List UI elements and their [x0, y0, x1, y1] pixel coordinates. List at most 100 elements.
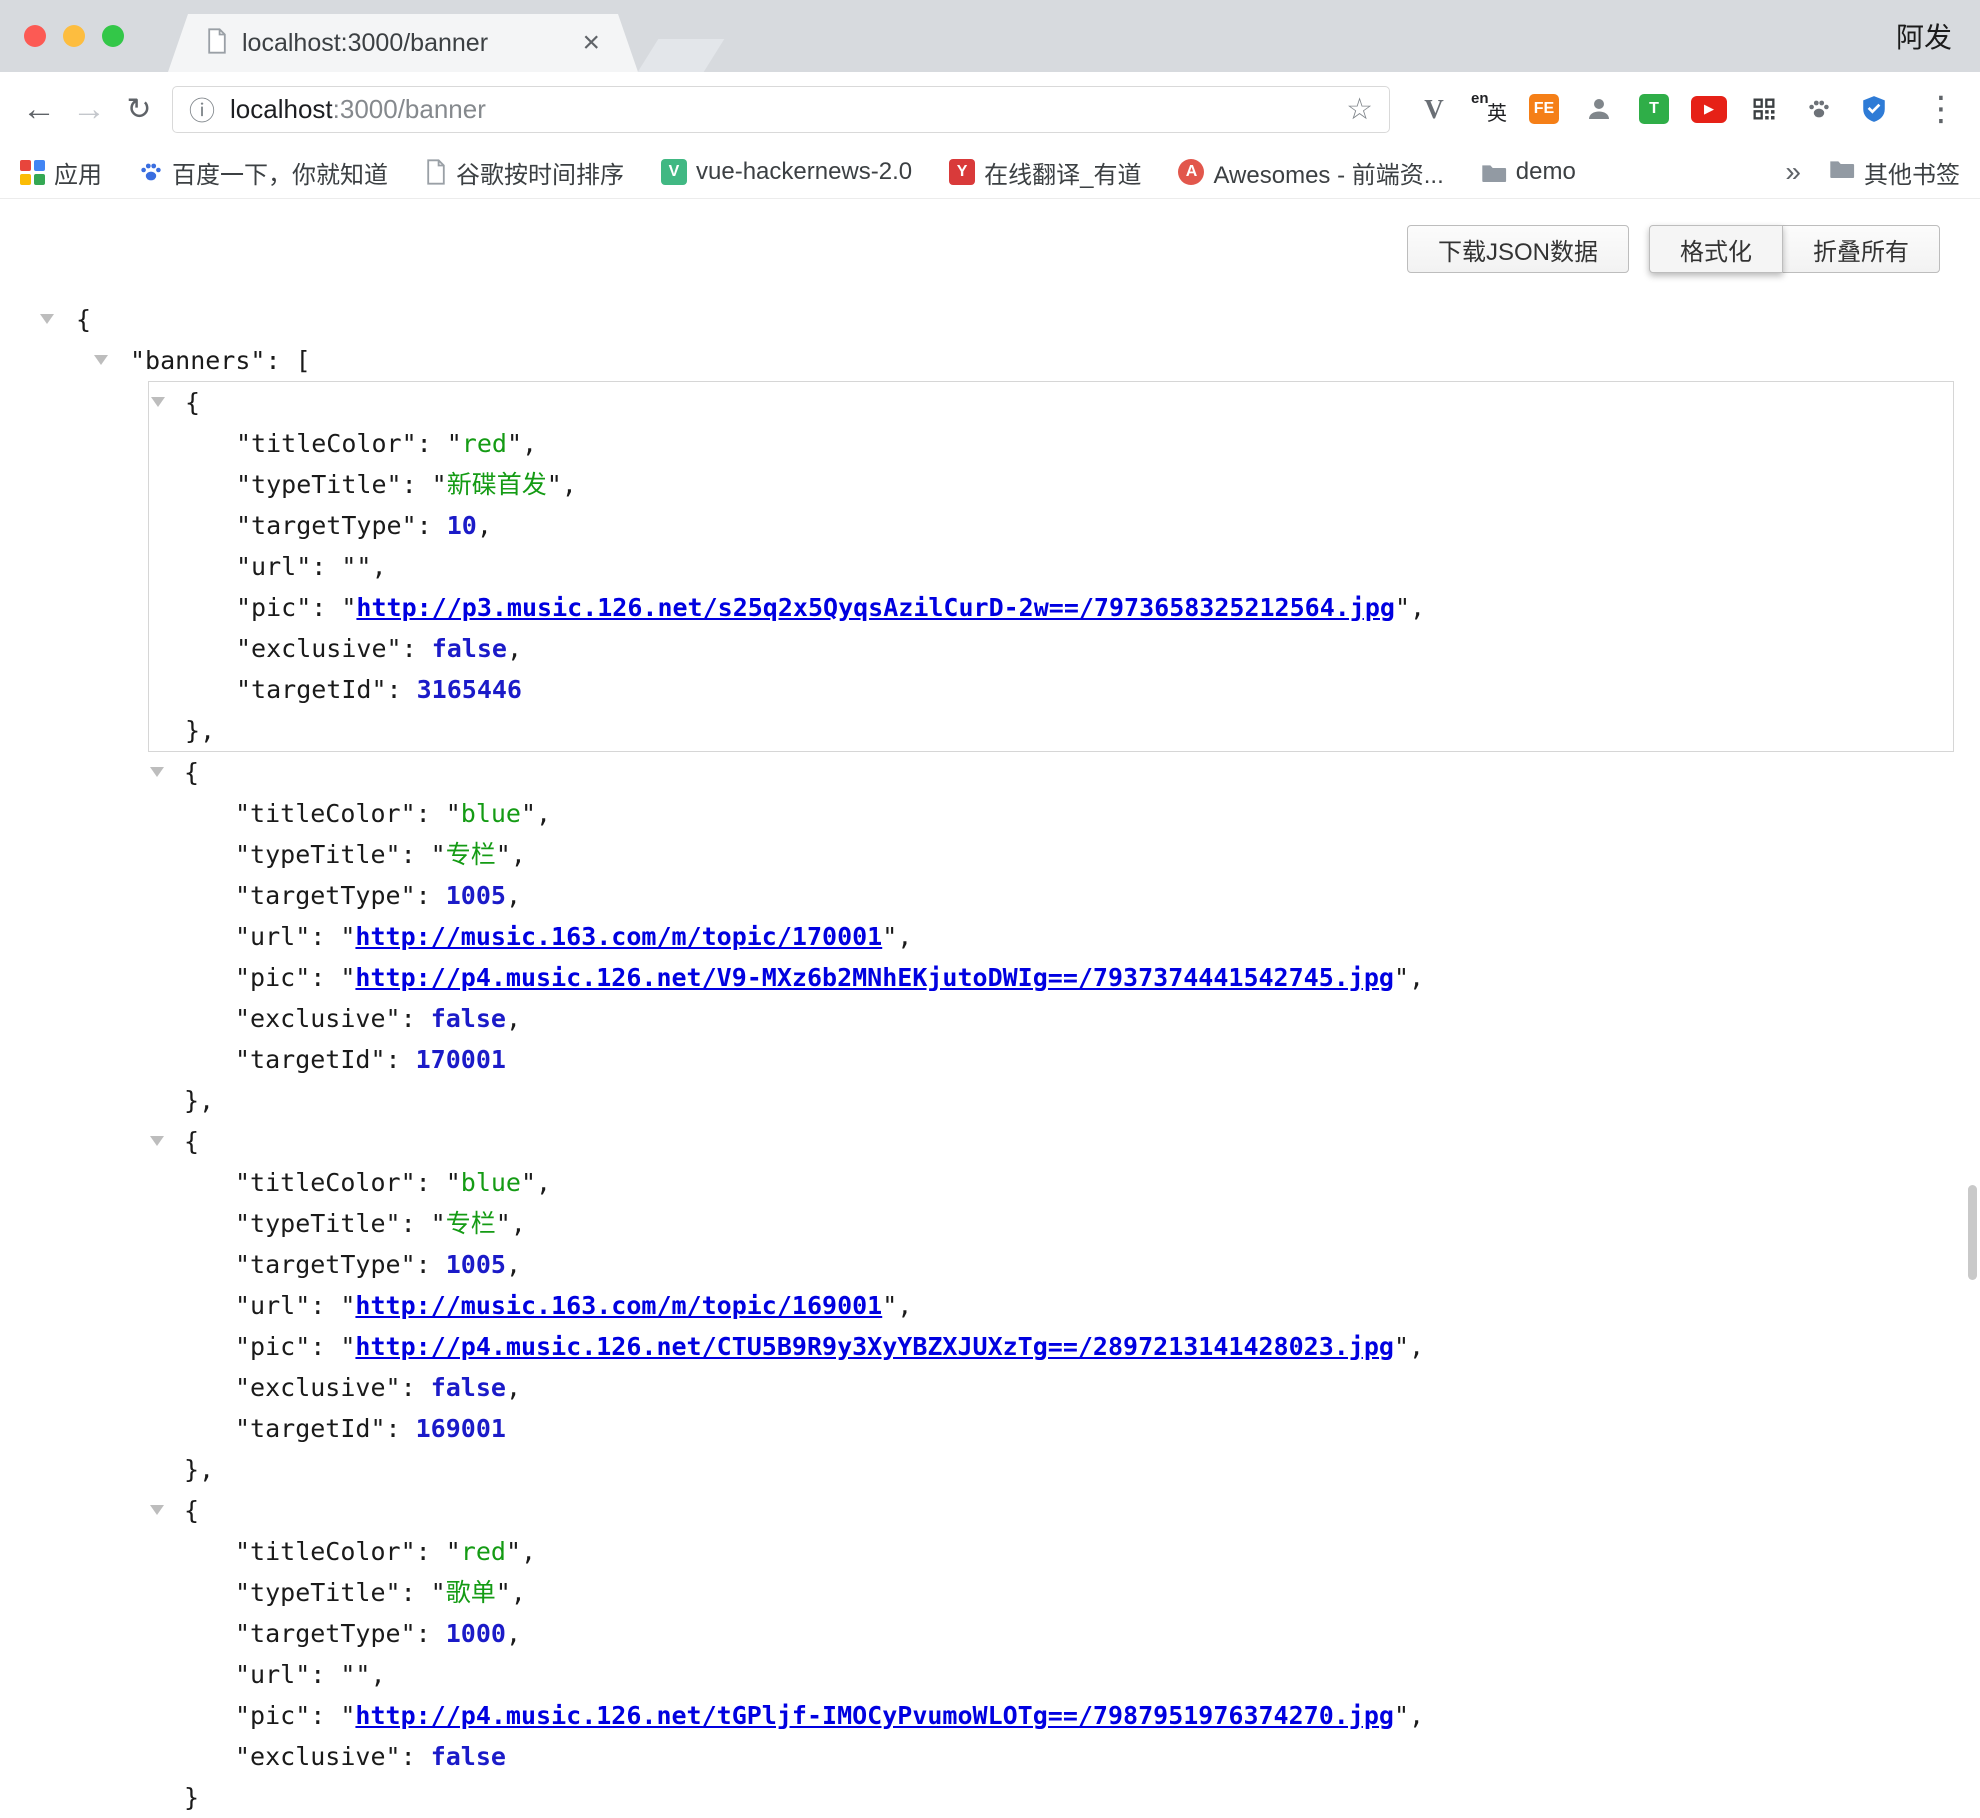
json-property-line: "targetId": 3165446 [149, 669, 1953, 710]
json-property-line: "pic": "http://p4.music.126.net/CTU5B9R9… [148, 1326, 1954, 1367]
collapse-all-button[interactable]: 折叠所有 [1782, 225, 1940, 273]
bookmark-star-icon[interactable]: ☆ [1346, 92, 1373, 127]
browser-window: localhost:3000/banner × 阿发 ← → ↻ ⓘ local… [0, 0, 1980, 1818]
bookmarks-overflow-chevron[interactable]: » [1785, 156, 1801, 188]
json-line: { [149, 382, 1953, 423]
shield-check-icon [1861, 95, 1887, 123]
translate-icon: en英 [1471, 92, 1507, 126]
json-property-line: "url": "http://music.163.com/m/topic/170… [148, 916, 1954, 957]
json-property-line: "targetId": 170001 [148, 1039, 1954, 1080]
json-property-line: "typeTitle": "专栏", [148, 834, 1954, 875]
json-property-line: "targetId": 169001 [148, 1408, 1954, 1449]
page-info-icon[interactable]: ⓘ [189, 91, 215, 128]
json-link[interactable]: http://music.163.com/m/topic/170001 [355, 922, 882, 951]
zoom-window-button[interactable] [102, 25, 124, 47]
json-property-line: "targetType": 1005, [148, 875, 1954, 916]
format-button[interactable]: 格式化 [1649, 225, 1783, 273]
people-extension-button[interactable] [1579, 89, 1619, 129]
fe-extension-button[interactable]: FE [1524, 89, 1564, 129]
json-property-line: "titleColor": "red", [148, 1531, 1954, 1572]
collapse-triangle-icon[interactable] [150, 767, 164, 777]
json-line: }, [148, 1449, 1954, 1490]
tab-close-icon[interactable]: × [582, 28, 600, 58]
translate-extension-button[interactable]: en英 [1469, 89, 1509, 129]
json-property-line: "exclusive": false, [148, 998, 1954, 1039]
profile-label: 阿发 [1896, 16, 1980, 56]
scrollbar-thumb[interactable] [1968, 1185, 1977, 1280]
t-shield-extension-button[interactable]: T [1634, 89, 1674, 129]
json-link[interactable]: http://music.163.com/m/topic/169001 [355, 1291, 882, 1320]
tab-title: localhost:3000/banner [242, 29, 568, 58]
shield-check-extension-button[interactable] [1854, 89, 1894, 129]
download-json-button[interactable]: 下载JSON数据 [1407, 225, 1629, 273]
address-bar[interactable]: ⓘ localhost:3000/banner ☆ [172, 86, 1390, 133]
json-property-line: "pic": "http://p4.music.126.net/tGPljf-I… [148, 1695, 1954, 1736]
qr-extension-button[interactable] [1744, 89, 1784, 129]
json-property-line: "typeTitle": "专栏", [148, 1203, 1954, 1244]
json-link[interactable]: http://p4.music.126.net/V9-MXz6b2MNhEKju… [355, 963, 1394, 992]
collapse-triangle-icon[interactable] [40, 314, 54, 324]
json-property-line: "url": "", [148, 1654, 1954, 1695]
collapse-triangle-icon[interactable] [151, 397, 165, 407]
folder-icon [1829, 158, 1855, 179]
bookmark-item[interactable]: 应用 [20, 155, 102, 190]
vue-icon: V [661, 159, 687, 185]
json-line: { [148, 752, 1954, 793]
close-window-button[interactable] [24, 25, 46, 47]
collapse-triangle-icon[interactable] [94, 355, 108, 365]
vimium-extension-button[interactable]: V [1414, 89, 1454, 129]
extensions-area: Ven英 FE T ▶ [1414, 89, 1894, 129]
youtube-icon: ▶ [1691, 96, 1727, 123]
json-object: {"titleColor": "red","typeTitle": "新碟首发"… [148, 381, 1954, 752]
bookmark-item[interactable]: Vvue-hackernews-2.0 [661, 158, 912, 186]
new-tab-button[interactable] [638, 39, 725, 72]
youtube-extension-button[interactable]: ▶ [1689, 89, 1729, 129]
browser-menu-icon[interactable]: ⋮ [1924, 89, 1966, 129]
json-line: }, [148, 1080, 1954, 1121]
bookmark-item[interactable]: demo [1481, 158, 1576, 186]
json-property-line: "titleColor": "blue", [148, 793, 1954, 834]
bookmark-item[interactable]: 谷歌按时间排序 [425, 155, 624, 190]
bookmarks-items: 应用 百度一下，你就知道 谷歌按时间排序 Vvue-hackernews-2.0 Y在线… [20, 155, 1576, 190]
qr-code-icon [1750, 95, 1778, 123]
json-property-line: "typeTitle": "新碟首发", [149, 464, 1953, 505]
other-bookmarks[interactable]: 其他书签 [1829, 155, 1960, 190]
paw-extension-button[interactable] [1799, 89, 1839, 129]
json-property-line: "url": "", [149, 546, 1953, 587]
collapse-triangle-icon[interactable] [150, 1505, 164, 1515]
url-text: localhost:3000/banner [230, 94, 486, 125]
json-link[interactable]: http://p4.music.126.net/tGPljf-IMOCyPvum… [355, 1701, 1394, 1730]
youdao-icon: Y [949, 159, 975, 185]
json-line: { [148, 1490, 1954, 1531]
minimize-window-button[interactable] [63, 25, 85, 47]
json-property-line: "targetType": 1000, [148, 1613, 1954, 1654]
browser-tab[interactable]: localhost:3000/banner × [168, 14, 638, 72]
window-controls [0, 0, 124, 72]
apps-grid-icon [20, 160, 45, 185]
json-link[interactable]: http://p4.music.126.net/CTU5B9R9y3XyYBZX… [355, 1332, 1394, 1361]
json-property-line: "typeTitle": "歌单", [148, 1572, 1954, 1613]
json-property-line: "titleColor": "blue", [148, 1162, 1954, 1203]
awesomes-icon: A [1178, 159, 1204, 185]
json-line: { [148, 1121, 1954, 1162]
paw-icon [1807, 97, 1831, 121]
json-property-line: "exclusive": false, [148, 1367, 1954, 1408]
forward-button[interactable]: → [64, 84, 114, 134]
bookmark-item[interactable]: AAwesomes - 前端资... [1178, 155, 1443, 190]
json-property-line: "targetType": 10, [149, 505, 1953, 546]
vimium-icon: V [1424, 94, 1444, 125]
json-line: { [0, 299, 1980, 340]
json-link[interactable]: http://p3.music.126.net/s25q2x5QyqsAzilC… [356, 593, 1395, 622]
folder-icon [1481, 162, 1507, 183]
page-icon [425, 159, 447, 185]
collapse-triangle-icon[interactable] [150, 1136, 164, 1146]
bookmark-item[interactable]: 百度一下，你就知道 [139, 155, 388, 190]
navigation-toolbar: ← → ↻ ⓘ localhost:3000/banner ☆ Ven英 FE T ▶… [0, 72, 1980, 146]
format-collapse-group: 格式化 折叠所有 [1649, 225, 1940, 273]
tab-strip: localhost:3000/banner × 阿发 [0, 0, 1980, 72]
reload-button[interactable]: ↻ [114, 84, 164, 134]
bookmark-item[interactable]: Y在线翻译_有道 [949, 155, 1141, 190]
json-property-line: "pic": "http://p4.music.126.net/V9-MXz6b… [148, 957, 1954, 998]
back-button[interactable]: ← [14, 84, 64, 134]
people-icon [1584, 94, 1614, 124]
